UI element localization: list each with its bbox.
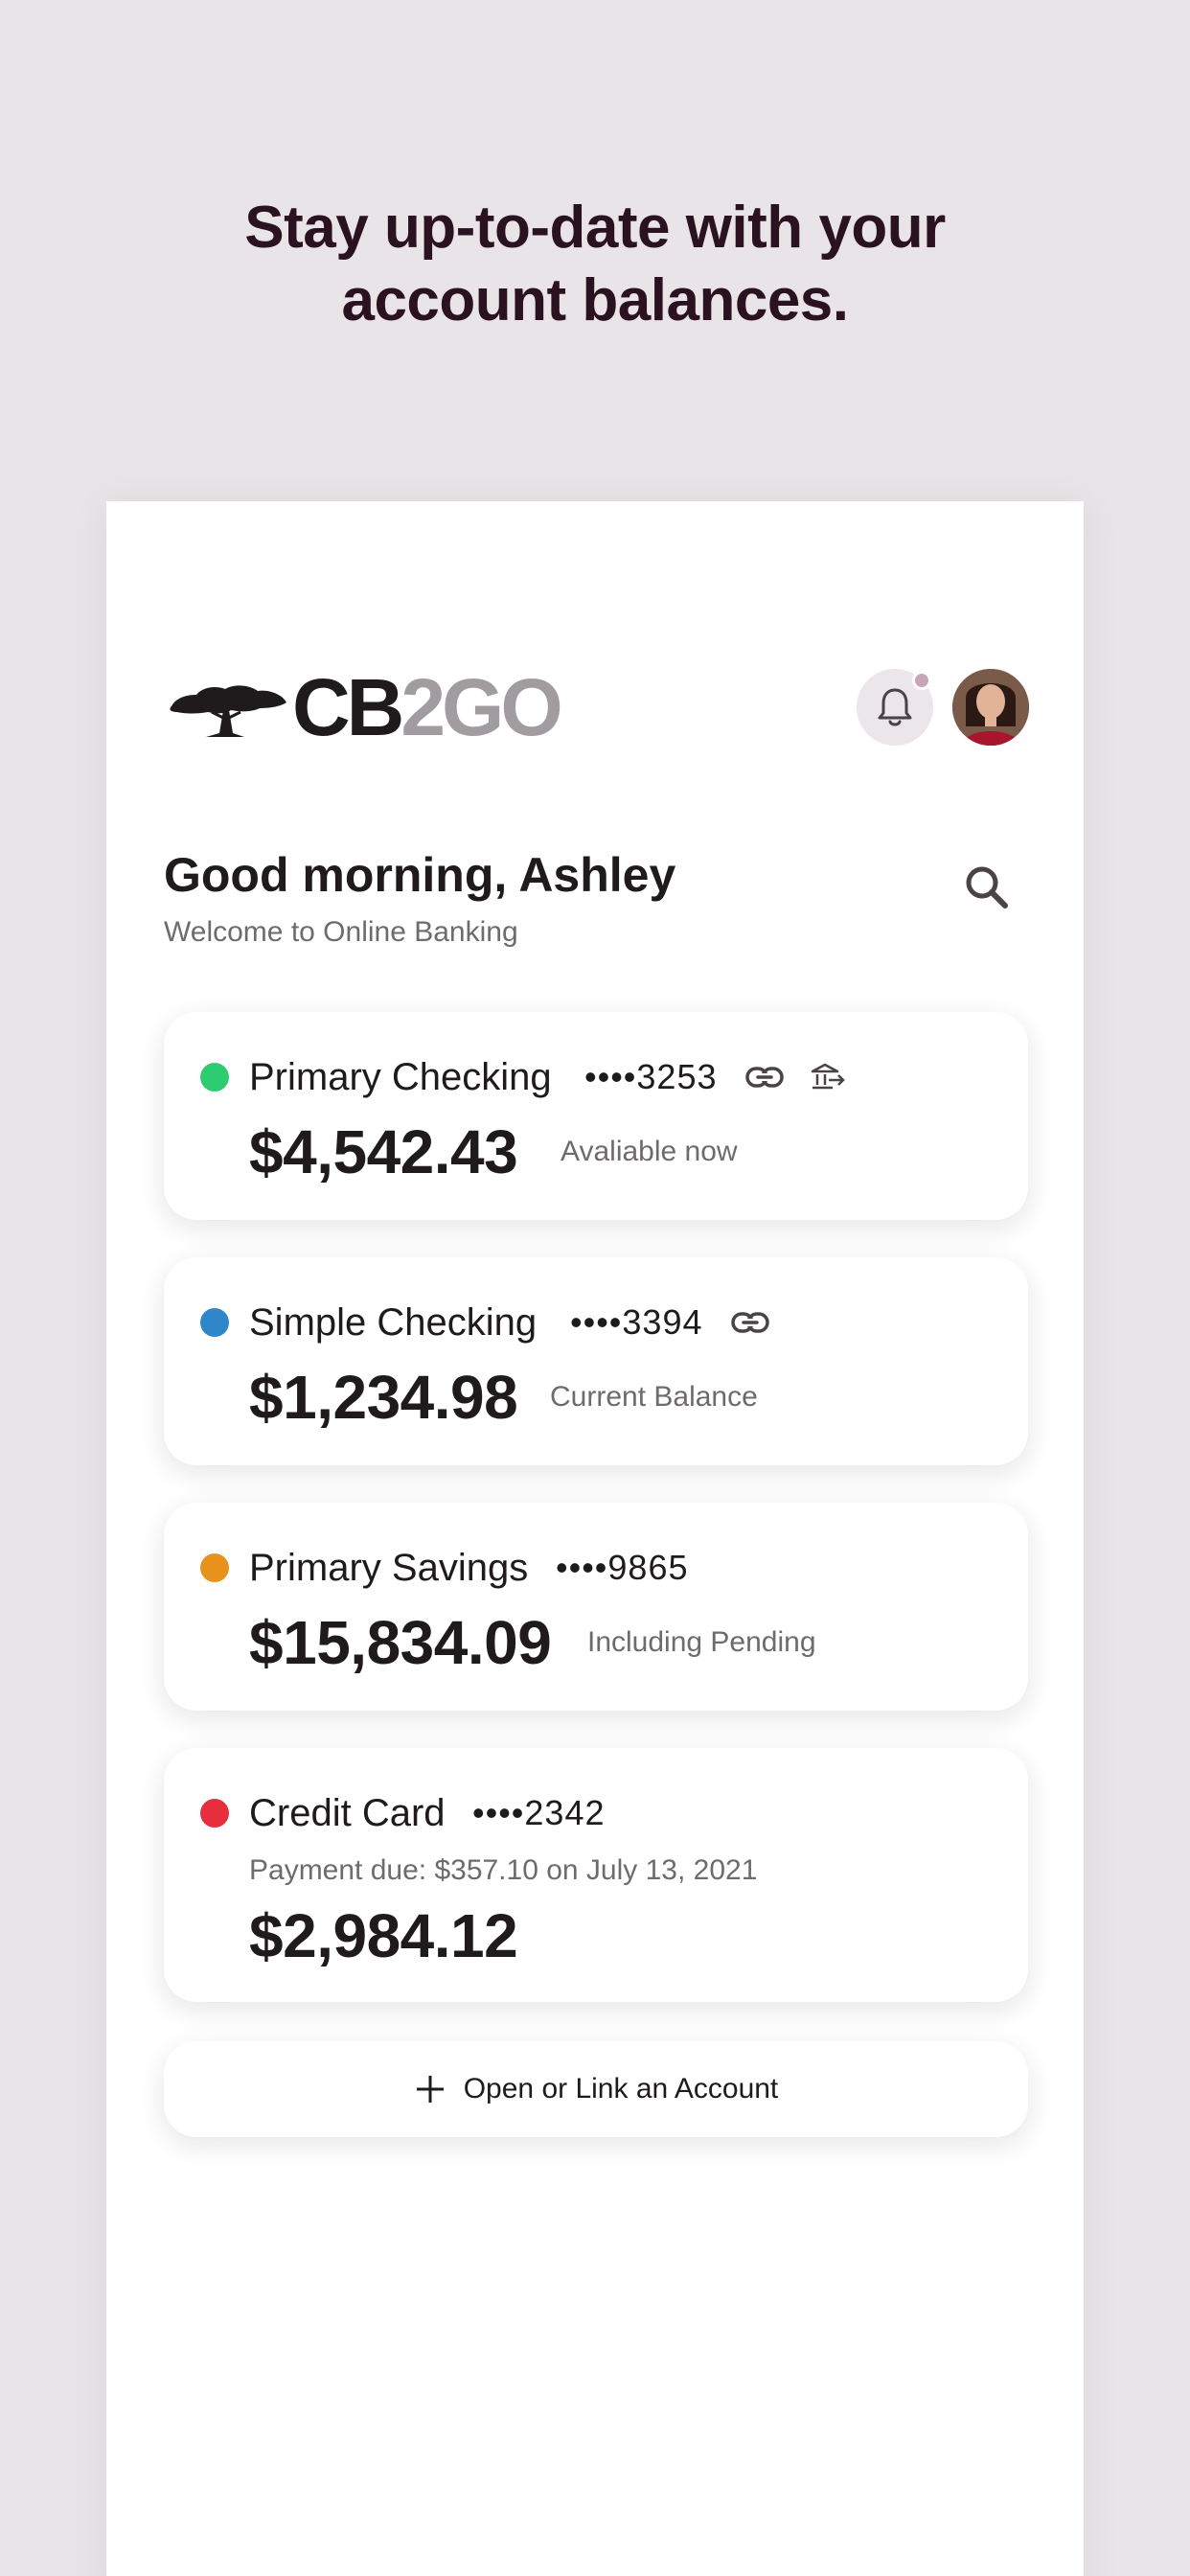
account-name: Primary Savings xyxy=(249,1547,529,1589)
notifications-button[interactable] xyxy=(857,669,933,746)
greeting-section: Good morning, Ashley Welcome to Online B… xyxy=(164,846,1028,950)
balance-note: Including Pending xyxy=(587,1626,816,1658)
account-color-dot xyxy=(200,1308,229,1337)
link-icon[interactable] xyxy=(744,1058,786,1096)
greeting-subtitle: Welcome to Online Banking xyxy=(164,916,518,948)
logo-wordmark-secondary: 2GO xyxy=(400,662,562,752)
link-icon[interactable] xyxy=(729,1303,771,1342)
bank-transfer-icon[interactable] xyxy=(807,1058,849,1096)
open-link-account-label: Open or Link an Account xyxy=(463,2073,779,2104)
account-name: Primary Checking xyxy=(249,1056,552,1098)
search-button[interactable] xyxy=(959,860,1017,917)
account-color-dot xyxy=(200,1063,229,1092)
account-color-dot xyxy=(200,1553,229,1582)
account-number-mask: ••••9865 xyxy=(556,1548,689,1587)
account-name: Simple Checking xyxy=(249,1301,538,1344)
app-screen: CB2GO Good morning, Ashley Welcome to On… xyxy=(106,501,1084,2576)
app-logo: CB2GO xyxy=(164,662,563,752)
headline-line-1: Stay up-to-date with your xyxy=(244,195,946,261)
account-card-primary-checking[interactable]: Primary Checking ••••3253 $4,542.43 Aval… xyxy=(164,1012,1028,1220)
tree-logo-icon xyxy=(170,685,286,737)
notification-badge xyxy=(912,671,931,690)
plus-icon xyxy=(416,2076,444,2103)
account-card-credit-card[interactable]: Credit Card ••••2342 Payment due: $357.1… xyxy=(164,1748,1028,2002)
avatar-photo xyxy=(952,669,1029,746)
balance-note: Current Balance xyxy=(550,1381,758,1413)
account-balance: $4,542.43 xyxy=(249,1117,518,1186)
account-balance: $1,234.98 xyxy=(249,1363,518,1432)
account-balance: $15,834.09 xyxy=(249,1608,552,1677)
logo-wordmark-primary: CB xyxy=(292,662,404,752)
account-card-simple-checking[interactable]: Simple Checking ••••3394 $1,234.98 Curre… xyxy=(164,1257,1028,1465)
marketing-headline: Stay up-to-date with your account balanc… xyxy=(0,192,1190,337)
balance-note: Avaliable now xyxy=(561,1136,738,1167)
bell-icon xyxy=(878,688,912,726)
account-number-mask: ••••3253 xyxy=(584,1057,718,1096)
top-bar: CB2GO xyxy=(164,662,1029,752)
search-icon xyxy=(966,866,1008,908)
account-color-dot xyxy=(200,1799,229,1828)
account-balance: $2,984.12 xyxy=(249,1901,518,1970)
headline-line-2: account balances. xyxy=(341,267,849,334)
account-number-mask: ••••3394 xyxy=(570,1302,703,1342)
account-number-mask: ••••2342 xyxy=(472,1793,606,1832)
account-card-primary-savings[interactable]: Primary Savings ••••9865 $15,834.09 Incl… xyxy=(164,1503,1028,1711)
user-avatar[interactable] xyxy=(952,669,1029,746)
logo-wordmark: CB2GO xyxy=(292,662,563,752)
open-link-account-button[interactable]: Open or Link an Account xyxy=(164,2041,1028,2137)
payment-due-note: Payment due: $357.10 on July 13, 2021 xyxy=(249,1854,758,1886)
greeting-title: Good morning, Ashley xyxy=(164,848,676,902)
account-name: Credit Card xyxy=(249,1792,446,1834)
